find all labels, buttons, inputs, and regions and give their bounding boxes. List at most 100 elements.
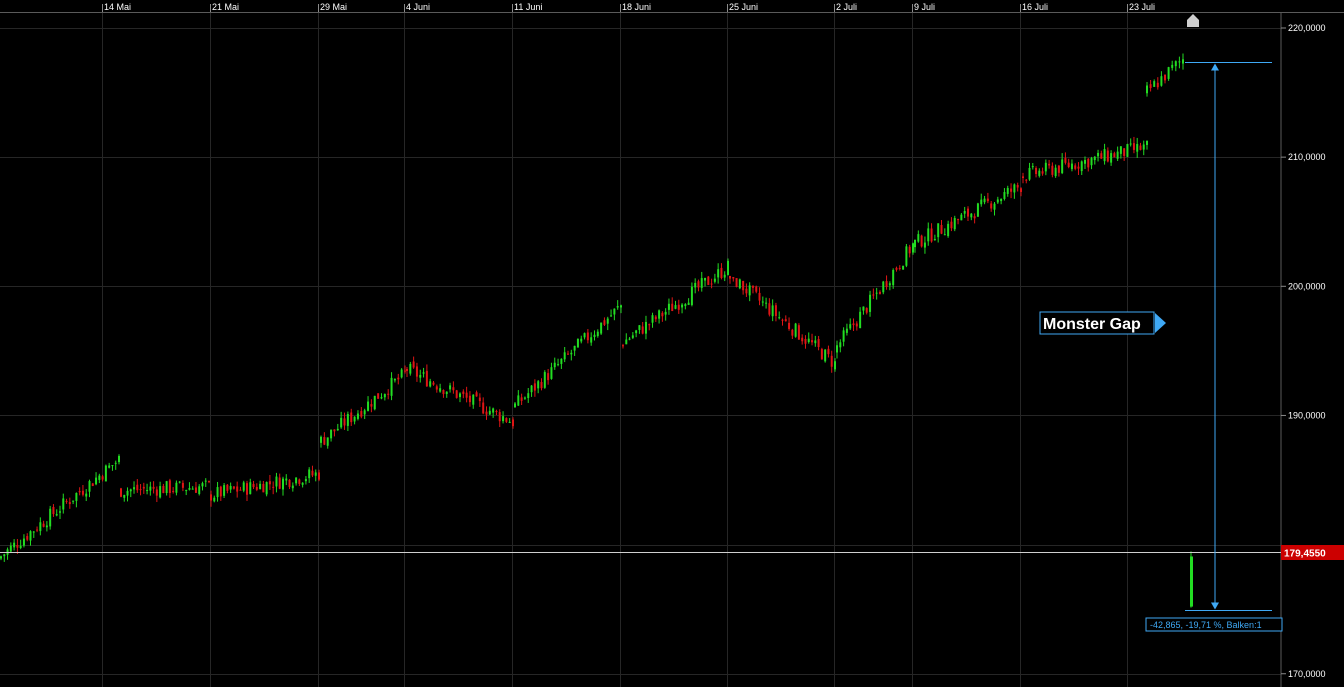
candle-body bbox=[62, 498, 65, 510]
candle-body bbox=[533, 383, 536, 391]
candle-body bbox=[194, 487, 197, 493]
candle-body bbox=[751, 285, 754, 288]
candle-body bbox=[976, 203, 979, 217]
candle-body bbox=[768, 303, 771, 315]
candle-body bbox=[475, 392, 478, 397]
candle-body bbox=[123, 494, 126, 498]
candle-body bbox=[596, 331, 599, 337]
candle-body bbox=[1051, 165, 1054, 175]
candle-body bbox=[628, 338, 631, 340]
candle-body bbox=[735, 278, 738, 287]
candle-body bbox=[885, 281, 888, 287]
candle-body bbox=[445, 391, 448, 394]
candle-body bbox=[1119, 146, 1122, 154]
candle-body bbox=[710, 283, 713, 285]
y-tick-label: 220,0000 bbox=[1288, 23, 1326, 33]
candle-body bbox=[45, 525, 48, 528]
candle-body bbox=[745, 288, 748, 294]
candle-body bbox=[367, 401, 370, 411]
candle-body bbox=[340, 417, 343, 428]
candle-body bbox=[1057, 165, 1060, 173]
candle-body bbox=[694, 282, 697, 288]
candle-body bbox=[95, 477, 98, 485]
candle-body bbox=[817, 339, 820, 347]
candle-body bbox=[178, 481, 181, 483]
candle-body bbox=[278, 477, 281, 489]
candle-body bbox=[1022, 176, 1024, 179]
candle-body bbox=[1132, 143, 1135, 150]
candle-body bbox=[320, 436, 322, 443]
candle-body bbox=[765, 302, 768, 304]
candle-body bbox=[387, 393, 390, 395]
candle-body bbox=[159, 486, 162, 498]
candle-body bbox=[42, 523, 45, 527]
candle-body bbox=[318, 472, 320, 480]
candle-body bbox=[664, 311, 667, 315]
candle-body bbox=[191, 488, 194, 490]
candle-body bbox=[661, 312, 664, 317]
candle-body bbox=[255, 486, 258, 490]
candle-body bbox=[1028, 167, 1031, 180]
candle-body bbox=[654, 316, 657, 320]
measure-label: -42,865, -19,71 %, Balken:1 bbox=[1150, 620, 1262, 630]
candle-body bbox=[586, 332, 589, 341]
candle-body bbox=[397, 377, 400, 380]
candle-body bbox=[262, 483, 265, 493]
candle-body bbox=[126, 490, 129, 496]
candle-body bbox=[523, 397, 526, 399]
candle-body bbox=[593, 334, 596, 338]
candle-body bbox=[729, 275, 731, 279]
candle-body bbox=[1054, 167, 1057, 177]
candle-body bbox=[346, 414, 349, 426]
candle-body bbox=[1167, 67, 1170, 79]
candle-body bbox=[557, 364, 560, 366]
candle-body bbox=[1080, 161, 1083, 172]
candle-body bbox=[213, 497, 216, 502]
candle-body bbox=[855, 323, 858, 327]
candle-body bbox=[1171, 64, 1174, 68]
candle-body bbox=[1190, 556, 1193, 607]
candle-body bbox=[343, 418, 346, 426]
candle-body bbox=[849, 324, 852, 329]
candle-body bbox=[26, 536, 29, 540]
candle-body bbox=[641, 326, 644, 334]
candle-body bbox=[882, 281, 885, 293]
candle-body bbox=[895, 267, 898, 270]
candle-body bbox=[1010, 188, 1013, 192]
candle-body bbox=[356, 413, 359, 419]
candle-body bbox=[36, 529, 39, 531]
candle-body bbox=[704, 277, 707, 281]
candle-body bbox=[198, 486, 201, 494]
candle-body bbox=[120, 488, 122, 497]
candle-body bbox=[781, 319, 784, 321]
candle-body bbox=[888, 283, 891, 286]
candle-body bbox=[1087, 158, 1090, 168]
candle-body bbox=[409, 363, 412, 374]
candle-body bbox=[492, 408, 495, 413]
candle-body bbox=[845, 328, 848, 333]
candle-body bbox=[970, 213, 973, 218]
candle-body bbox=[268, 481, 271, 485]
candle-body bbox=[226, 484, 229, 491]
candle-body bbox=[804, 338, 807, 344]
candle-body bbox=[498, 412, 501, 422]
candle-body bbox=[308, 469, 311, 479]
candle-body bbox=[272, 486, 275, 488]
candle-body bbox=[449, 385, 452, 390]
candle-body bbox=[953, 218, 956, 230]
candle-body bbox=[373, 395, 376, 410]
candle-body bbox=[990, 203, 993, 209]
candle-body bbox=[878, 291, 881, 294]
candle-body bbox=[738, 279, 741, 289]
candle-body bbox=[960, 214, 963, 221]
candle-body bbox=[155, 489, 158, 496]
candle-body bbox=[219, 486, 222, 497]
candle-body bbox=[732, 276, 735, 279]
candle-body bbox=[495, 411, 498, 413]
candle-body bbox=[288, 479, 291, 487]
candle-body bbox=[862, 306, 865, 311]
candle-body bbox=[301, 482, 304, 485]
candle-body bbox=[1123, 148, 1126, 156]
candle-body bbox=[488, 410, 491, 415]
candle-body bbox=[1103, 149, 1106, 162]
